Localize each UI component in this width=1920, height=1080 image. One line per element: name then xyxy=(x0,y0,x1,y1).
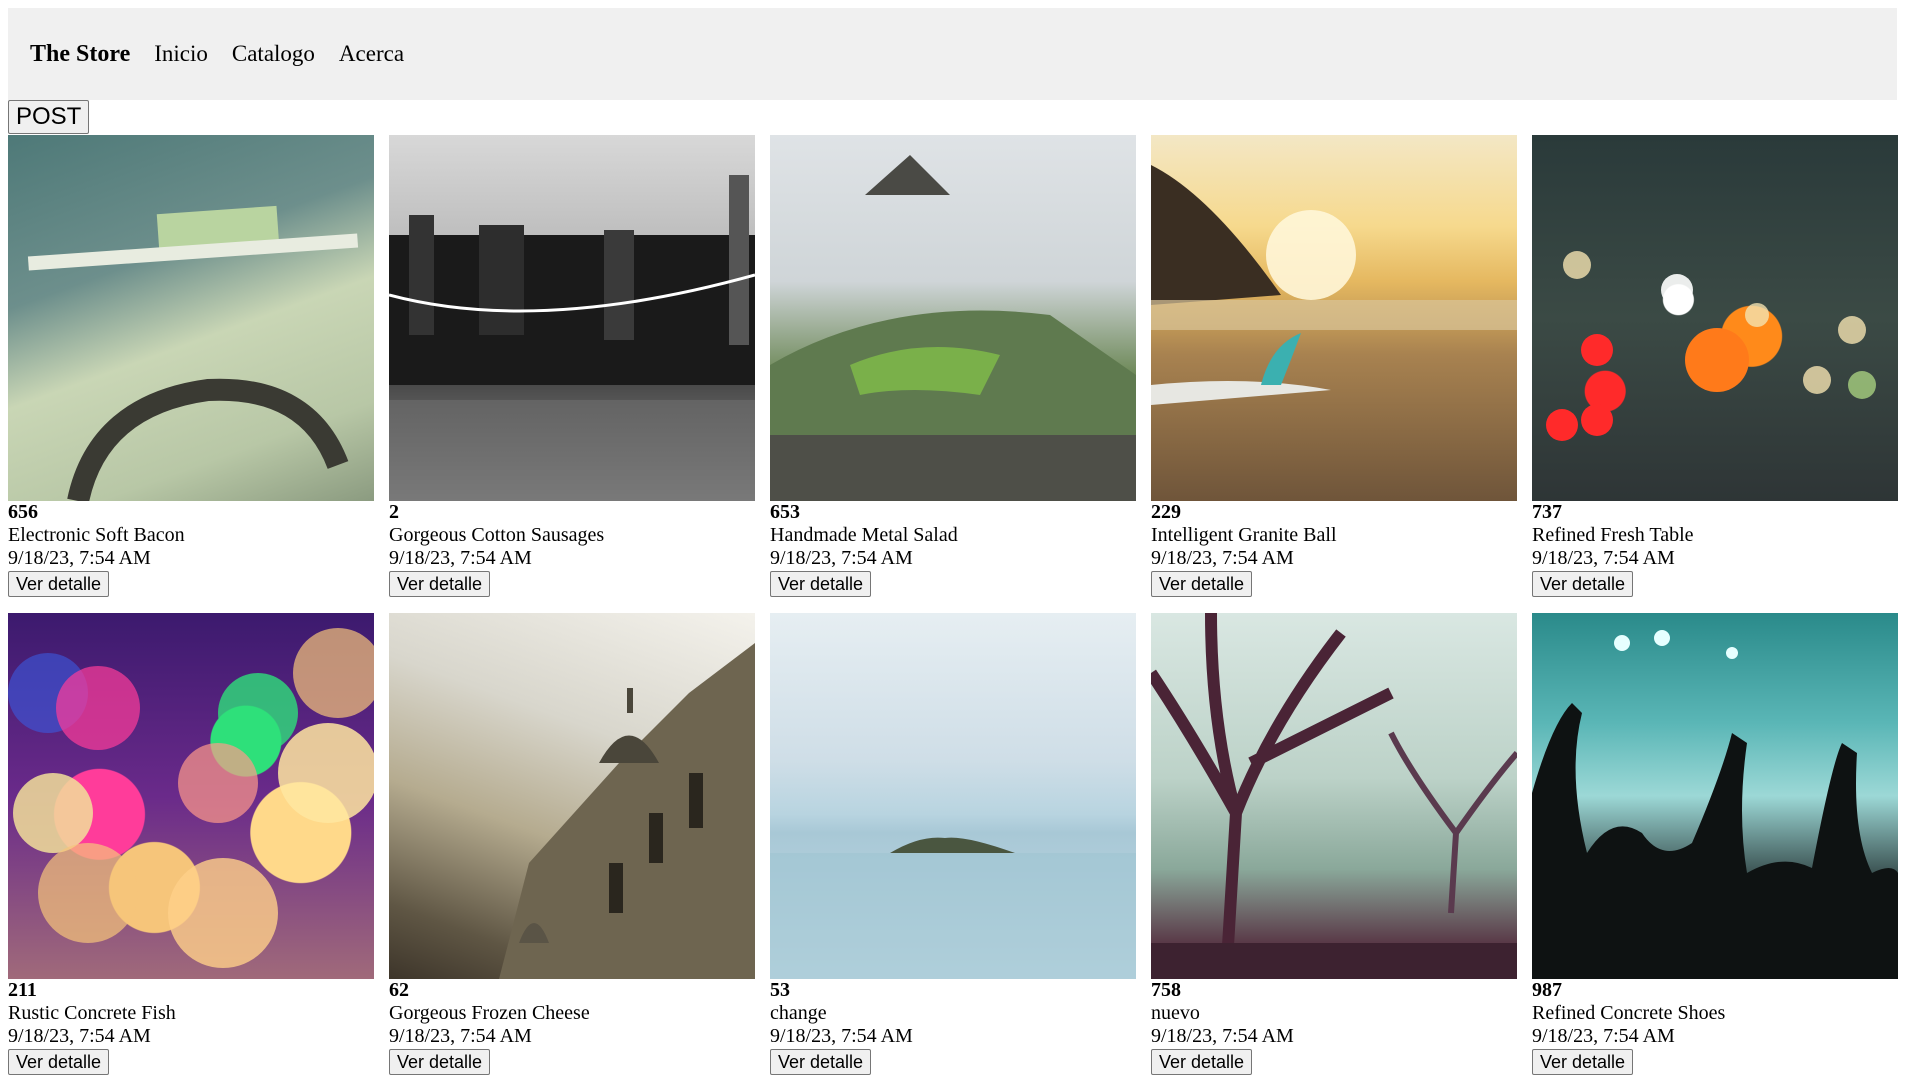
product-date: 9/18/23, 7:54 AM xyxy=(770,547,913,569)
product-date: 9/18/23, 7:54 AM xyxy=(1151,1025,1294,1047)
product-card: 211 Rustic Concrete Fish 9/18/23, 7:54 A… xyxy=(8,613,374,1075)
product-image xyxy=(1151,613,1517,979)
view-detail-button[interactable]: Ver detalle xyxy=(1151,1049,1253,1075)
product-image xyxy=(1151,135,1517,501)
product-name: Refined Concrete Shoes xyxy=(1532,1002,1726,1024)
product-name: change xyxy=(770,1002,827,1024)
view-detail-button[interactable]: Ver detalle xyxy=(8,571,110,597)
product-image xyxy=(770,613,1136,979)
view-detail-button[interactable]: Ver detalle xyxy=(1532,1049,1634,1075)
product-name: Gorgeous Cotton Sausages xyxy=(389,524,605,546)
post-button[interactable]: POST xyxy=(8,100,90,134)
product-card: 53 change 9/18/23, 7:54 AM Ver detalle xyxy=(770,613,1136,1075)
product-card: 229 Intelligent Granite Ball 9/18/23, 7:… xyxy=(1151,135,1517,597)
product-image xyxy=(770,135,1136,501)
product-id: 758 xyxy=(1151,979,1181,1001)
product-name: Gorgeous Frozen Cheese xyxy=(389,1002,590,1024)
product-name: Rustic Concrete Fish xyxy=(8,1002,176,1024)
product-id: 653 xyxy=(770,501,800,523)
product-id: 229 xyxy=(1151,501,1181,523)
nav-link-catalogo[interactable]: Catalogo xyxy=(232,41,315,67)
product-card: 2 Gorgeous Cotton Sausages 9/18/23, 7:54… xyxy=(389,135,755,597)
product-card: 987 Refined Concrete Shoes 9/18/23, 7:54… xyxy=(1532,613,1898,1075)
view-detail-button[interactable]: Ver detalle xyxy=(1151,571,1253,597)
view-detail-button[interactable]: Ver detalle xyxy=(770,1049,872,1075)
product-date: 9/18/23, 7:54 AM xyxy=(1151,547,1294,569)
product-image xyxy=(1532,613,1898,979)
product-card: 758 nuevo 9/18/23, 7:54 AM Ver detalle xyxy=(1151,613,1517,1075)
product-image xyxy=(389,613,755,979)
product-image xyxy=(389,135,755,501)
product-name: Refined Fresh Table xyxy=(1532,524,1694,546)
product-name: Electronic Soft Bacon xyxy=(8,524,185,546)
view-detail-button[interactable]: Ver detalle xyxy=(1532,571,1634,597)
product-name: nuevo xyxy=(1151,1002,1200,1024)
navbar: The Store Inicio Catalogo Acerca xyxy=(8,8,1897,100)
view-detail-button[interactable]: Ver detalle xyxy=(770,571,872,597)
product-id: 62 xyxy=(389,979,409,1001)
nav-link-inicio[interactable]: Inicio xyxy=(154,41,208,67)
product-id: 656 xyxy=(8,501,38,523)
product-id: 211 xyxy=(8,979,37,1001)
product-id: 2 xyxy=(389,501,399,523)
product-date: 9/18/23, 7:54 AM xyxy=(8,547,151,569)
product-name: Intelligent Granite Ball xyxy=(1151,524,1337,546)
product-date: 9/18/23, 7:54 AM xyxy=(8,1025,151,1047)
product-card: 62 Gorgeous Frozen Cheese 9/18/23, 7:54 … xyxy=(389,613,755,1075)
product-date: 9/18/23, 7:54 AM xyxy=(389,1025,532,1047)
product-id: 737 xyxy=(1532,501,1562,523)
product-id: 987 xyxy=(1532,979,1562,1001)
product-grid: 656 Electronic Soft Bacon 9/18/23, 7:54 … xyxy=(8,135,1898,1075)
product-date: 9/18/23, 7:54 AM xyxy=(1532,547,1675,569)
view-detail-button[interactable]: Ver detalle xyxy=(389,571,491,597)
product-image xyxy=(1532,135,1898,501)
product-date: 9/18/23, 7:54 AM xyxy=(1532,1025,1675,1047)
product-card: 737 Refined Fresh Table 9/18/23, 7:54 AM… xyxy=(1532,135,1898,597)
product-card: 653 Handmade Metal Salad 9/18/23, 7:54 A… xyxy=(770,135,1136,597)
nav-link-acerca[interactable]: Acerca xyxy=(339,41,404,67)
product-card: 656 Electronic Soft Bacon 9/18/23, 7:54 … xyxy=(8,135,374,597)
view-detail-button[interactable]: Ver detalle xyxy=(389,1049,491,1075)
product-name: Handmade Metal Salad xyxy=(770,524,958,546)
product-image xyxy=(8,613,374,979)
view-detail-button[interactable]: Ver detalle xyxy=(8,1049,110,1075)
page: The Store Inicio Catalogo Acerca POST 65… xyxy=(0,0,1920,1080)
product-date: 9/18/23, 7:54 AM xyxy=(389,547,532,569)
product-id: 53 xyxy=(770,979,790,1001)
product-date: 9/18/23, 7:54 AM xyxy=(770,1025,913,1047)
brand-logo[interactable]: The Store xyxy=(30,41,130,68)
product-image xyxy=(8,135,374,501)
